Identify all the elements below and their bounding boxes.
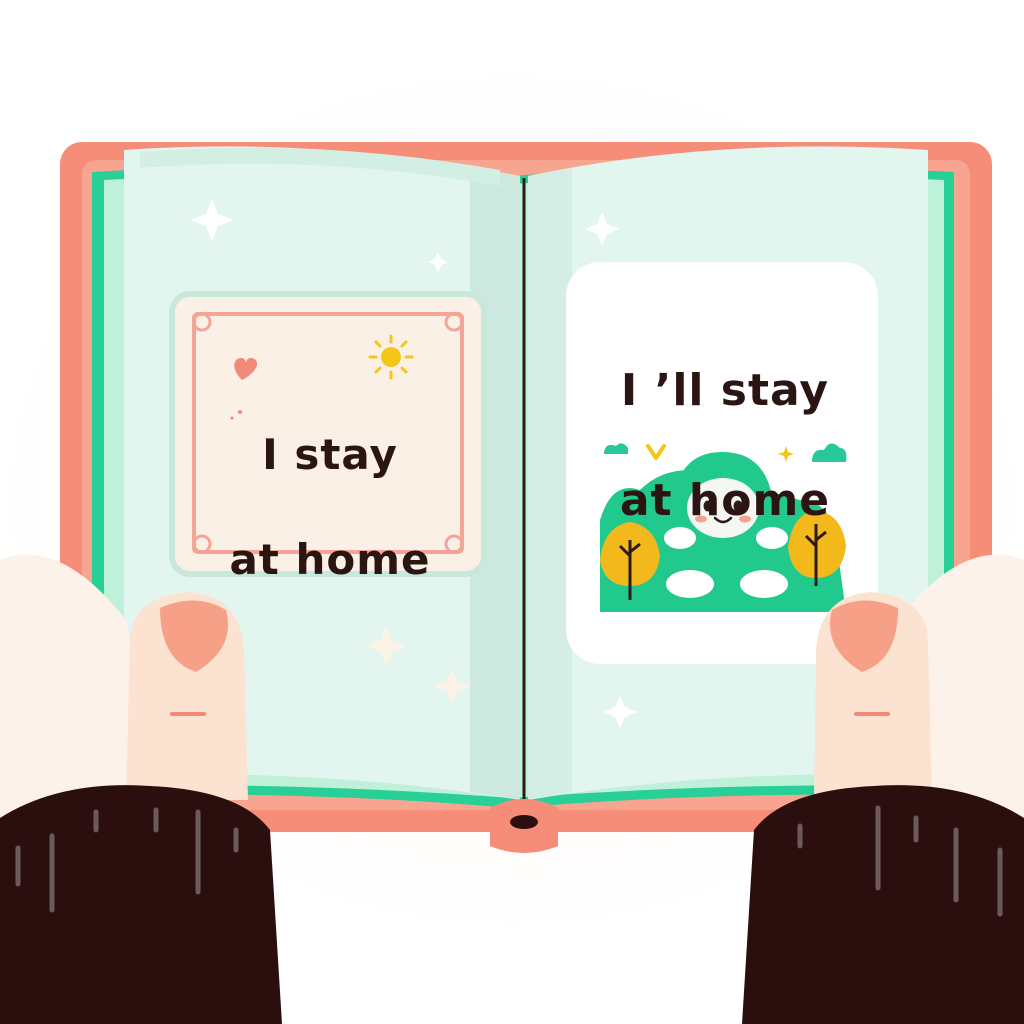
- right-page-text: I ’ll stay at home: [575, 308, 875, 583]
- left-sleeve: [0, 785, 282, 1024]
- right-page-shade: [528, 168, 572, 800]
- sun-icon: [368, 334, 414, 380]
- right-sleeve: [742, 785, 1024, 1024]
- spine-hole: [510, 815, 538, 829]
- left-page-line-2: at home: [229, 534, 431, 584]
- left-page-line-1: I stay: [262, 429, 398, 479]
- right-page-line-2: at home: [619, 475, 831, 526]
- right-page-line-1: I ’ll stay: [620, 365, 830, 416]
- left-page-text: I stay at home: [200, 376, 460, 639]
